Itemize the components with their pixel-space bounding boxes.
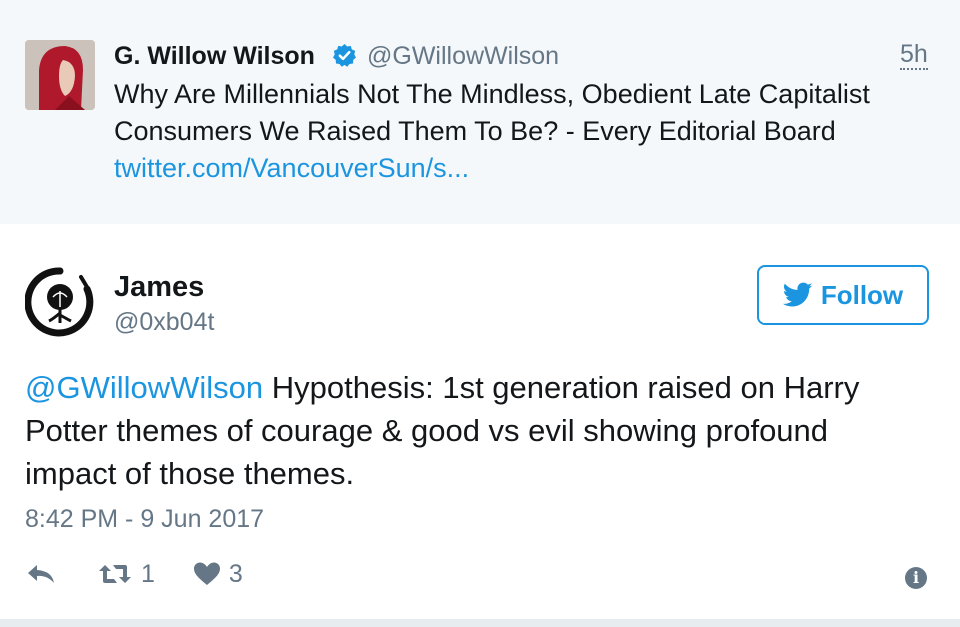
enso-tree-avatar-image xyxy=(24,267,94,337)
parent-handle[interactable]: @GWillowWilson xyxy=(367,40,559,72)
retweet-button[interactable]: 1 xyxy=(97,560,155,589)
info-icon[interactable]: i xyxy=(905,567,927,589)
mention-link[interactable]: @GWillowWilson xyxy=(25,370,263,405)
author-handle[interactable]: @0xb04t xyxy=(114,306,214,338)
follow-button[interactable]: Follow xyxy=(757,265,929,325)
quoted-parent-tweet[interactable]: G. Willow Wilson @GWillowWilson 5h Why A… xyxy=(0,0,960,224)
parent-avatar[interactable] xyxy=(25,40,95,110)
parent-timestamp[interactable]: 5h xyxy=(900,40,928,70)
parent-tweet-link[interactable]: twitter.com/VancouverSun/s... xyxy=(114,150,934,187)
verified-badge-icon xyxy=(333,44,356,67)
retweet-icon xyxy=(99,565,131,583)
like-count: 3 xyxy=(228,559,243,588)
divider xyxy=(0,619,960,627)
parent-text-line-2: Consumers We Raised Them To Be? - Every … xyxy=(114,116,836,146)
reply-button[interactable] xyxy=(25,562,57,586)
parent-display-name[interactable]: G. Willow Wilson xyxy=(114,40,315,72)
tweet-actions: 1 3 xyxy=(25,558,243,590)
parent-text-line-1: Why Are Millennials Not The Mindless, Ob… xyxy=(114,79,870,109)
parent-avatar-image xyxy=(25,40,95,110)
parent-tweet-text: Why Are Millennials Not The Mindless, Ob… xyxy=(114,76,934,187)
reply-icon xyxy=(28,565,54,583)
tweet-timestamp[interactable]: 8:42 PM - 9 Jun 2017 xyxy=(25,503,264,535)
heart-icon xyxy=(193,562,220,585)
retweet-count: 1 xyxy=(141,559,155,588)
like-button[interactable]: 3 xyxy=(193,560,243,589)
author-avatar[interactable] xyxy=(24,267,95,337)
follow-button-label: Follow xyxy=(820,279,904,310)
twitter-bird-icon xyxy=(782,282,813,307)
author-display-name[interactable]: James xyxy=(114,270,204,304)
tweet-text: @GWillowWilson Hypothesis: 1st generatio… xyxy=(25,366,925,495)
